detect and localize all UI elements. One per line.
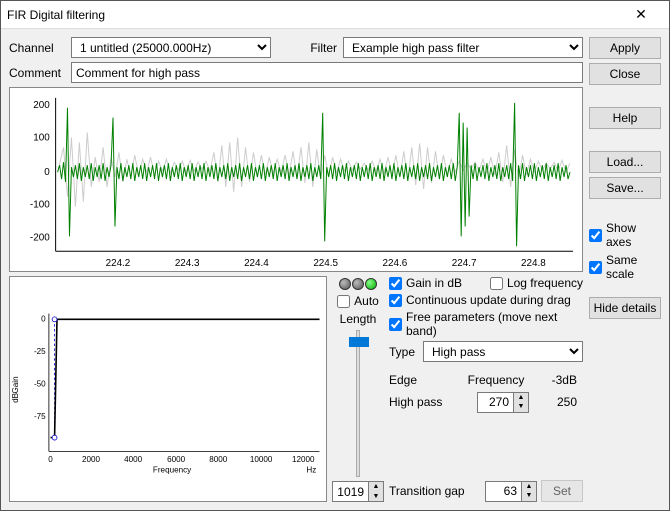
svg-text:224.2: 224.2 [106,258,131,269]
filter-label: Filter [310,41,337,55]
svg-text:224.6: 224.6 [383,258,408,269]
gain-chart: 0 -25 -50 -75 Gain dB 0 2000 4000 [9,276,327,502]
transition-gap-spin[interactable]: ▲▼ [485,481,537,502]
titlebar: FIR Digital filtering ✕ [1,1,669,29]
svg-text:-75: -75 [34,412,46,421]
save-button[interactable]: Save... [589,177,661,199]
table-row: High pass ▲▼ 250 [389,391,583,413]
hide-details-button[interactable]: Hide details [589,297,661,319]
continuous-update-checkbox[interactable]: Continuous update during drag [389,293,583,307]
status-lights-column: Auto Length ▲▼ [333,276,383,502]
gain-db-checkbox[interactable]: Gain in dB [389,276,462,290]
same-scale-checkbox[interactable]: Same scale [589,253,661,281]
log-freq-checkbox[interactable]: Log frequency [490,276,583,290]
svg-text:224.8: 224.8 [521,258,546,269]
svg-text:dB: dB [11,393,20,403]
status-light-2 [352,278,364,290]
svg-text:200: 200 [33,100,50,111]
edge-name: High pass [389,395,463,409]
dialog-window: FIR Digital filtering ✕ Channel 1 untitl… [0,0,670,511]
status-light-3 [365,278,377,290]
set-button[interactable]: Set [541,480,583,502]
svg-text:-50: -50 [34,380,46,389]
close-icon[interactable]: ✕ [619,3,663,27]
window-title: FIR Digital filtering [7,8,619,22]
type-label: Type [389,345,419,359]
auto-checkbox[interactable]: Auto [337,294,379,308]
length-label: Length [340,312,377,326]
length-spin[interactable]: ▲▼ [332,481,384,502]
svg-text:0: 0 [41,315,46,324]
svg-text:224.7: 224.7 [452,258,477,269]
svg-text:224.5: 224.5 [313,258,338,269]
svg-text:4000: 4000 [124,455,143,464]
svg-text:12000: 12000 [292,455,315,464]
transition-gap-label: Transition gap [389,484,465,498]
svg-text:100: 100 [33,132,50,143]
close-button[interactable]: Close [589,63,661,85]
frequency-spin[interactable]: ▲▼ [477,392,529,413]
svg-text:2000: 2000 [82,455,101,464]
svg-text:0: 0 [48,455,53,464]
free-params-checkbox[interactable]: Free parameters (move next band) [389,310,583,338]
status-light-1 [339,278,351,290]
type-select[interactable]: High pass [423,341,583,362]
frequency-header: Frequency [468,373,525,387]
svg-text:10000: 10000 [250,455,273,464]
svg-text:8000: 8000 [209,455,228,464]
channel-select[interactable]: 1 untitled (25000.000Hz) [71,37,271,58]
status-lights [339,278,377,290]
load-button[interactable]: Load... [589,151,661,173]
length-slider[interactable] [346,330,370,477]
svg-text:224.4: 224.4 [244,258,269,269]
waveform-chart: 200 100 0 -100 -200 224.2 224.3 224.4 22… [9,87,583,272]
help-button[interactable]: Help [589,107,661,129]
comment-label: Comment [9,66,65,80]
svg-text:Frequency: Frequency [153,465,192,474]
svg-text:Hz: Hz [306,465,316,474]
svg-text:6000: 6000 [167,455,186,464]
svg-text:-200: -200 [30,232,50,243]
channel-label: Channel [9,41,65,55]
filter-select[interactable]: Example high pass filter [343,37,583,58]
minus3db-value: 250 [529,395,577,409]
svg-text:224.3: 224.3 [175,258,200,269]
svg-text:-100: -100 [30,200,50,211]
apply-button[interactable]: Apply [589,37,661,59]
comment-input[interactable] [71,62,583,83]
minus3db-header: -3dB [529,373,577,387]
svg-text:Gain: Gain [11,376,20,393]
svg-text:-25: -25 [34,347,46,356]
edge-table: Edge Frequency -3dB High pass ▲▼ [389,369,583,413]
svg-text:0: 0 [44,167,50,178]
edge-header: Edge [389,373,463,387]
show-axes-checkbox[interactable]: Show axes [589,221,661,249]
